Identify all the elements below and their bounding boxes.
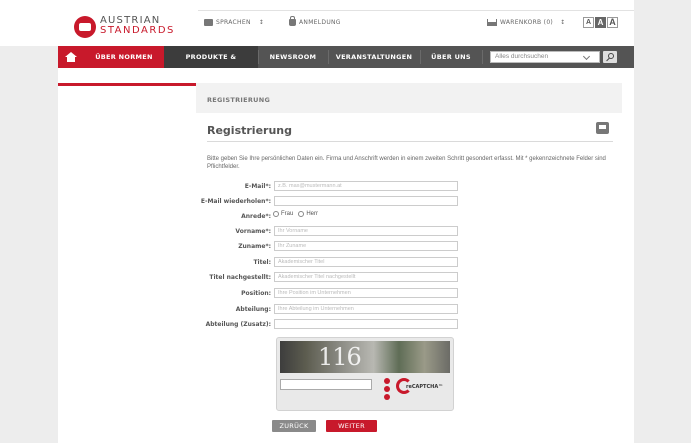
radio-frau[interactable] [273, 211, 279, 217]
page-title: Registrierung [207, 124, 292, 137]
title-suffix-label: Titel nachgestellt: [209, 274, 271, 281]
cart-link[interactable]: WARENKORB (0) ↕ [487, 19, 565, 26]
cart-caret-icon: ↕ [560, 19, 566, 26]
title-label: Titel: [253, 259, 271, 266]
nav-item-newsroom[interactable]: NEWSROOM [258, 46, 328, 68]
nav-separator [482, 50, 483, 64]
login-label: ANMELDUNG [299, 19, 341, 26]
department-label: Abteilung: [235, 306, 271, 313]
sidebar-accent-bar [58, 83, 196, 86]
breadcrumb[interactable]: REGISTRIERUNG [207, 96, 270, 104]
recaptcha-brand: reCAPTCHA™ [406, 384, 444, 390]
help-icon[interactable] [384, 394, 390, 400]
salutation-options: Frau Herr [273, 211, 318, 217]
email-repeat-field[interactable] [274, 196, 458, 206]
cart-icon [487, 19, 497, 26]
languages-caret-icon: ↕ [258, 19, 265, 26]
nav-item-ueber-uns[interactable]: ÜBER UNS [420, 46, 482, 68]
captcha-input[interactable] [280, 379, 372, 390]
firstname-label: Vorname*: [235, 228, 271, 235]
font-size-small-button[interactable]: A [583, 17, 594, 28]
nav-item-ueber-normen[interactable]: ÜBER NORMEN [84, 46, 164, 68]
position-label: Position: [241, 290, 271, 297]
department-extra-label: Abteilung (Zusatz): [205, 321, 271, 328]
languages-label: SPRACHEN [216, 19, 251, 26]
firstname-field[interactable]: Ihr Vorname [274, 226, 458, 236]
department-extra-field[interactable] [274, 319, 458, 329]
title-field[interactable]: Akademischer Titel [274, 257, 458, 267]
lastname-label: Zuname*: [238, 243, 271, 250]
home-icon [65, 52, 77, 62]
email-field[interactable]: z.B. max@mustermann.at [274, 181, 458, 191]
languages-link[interactable]: SPRACHEN ↕ [204, 19, 264, 26]
title-suffix-field[interactable]: Akademischer Titel nachgestellt [274, 272, 458, 282]
radio-frau-label[interactable]: Frau [281, 211, 293, 217]
radio-herr[interactable] [298, 211, 305, 217]
nav-home-button[interactable] [58, 46, 84, 68]
lastname-field[interactable]: Ihr Zuname [274, 241, 458, 251]
nav-item-veranstaltungen[interactable]: VERANSTALTUNGEN [328, 46, 420, 68]
next-button[interactable]: WEITER [326, 420, 377, 432]
topbar-divider [198, 10, 634, 11]
logo-line2: STANDARDS [100, 25, 175, 36]
email-repeat-label: E-Mail wiederholen*: [200, 198, 271, 205]
print-icon[interactable] [596, 122, 609, 134]
main-nav: ÜBER NORMEN PRODUKTE & LEISTUNGEN NEWSRO… [58, 46, 634, 83]
nav-item-produkte[interactable]: PRODUKTE & LEISTUNGEN [164, 46, 258, 83]
chat-icon [204, 19, 213, 26]
title-divider [207, 141, 613, 142]
email-label: E-Mail*: [244, 183, 271, 190]
font-size-medium-button[interactable]: A [595, 17, 606, 28]
radio-herr-label[interactable]: Herr [306, 211, 318, 217]
logo-wordmark[interactable]: AUSTRIAN STANDARDS [100, 16, 175, 36]
captcha-text: 116 [318, 343, 362, 371]
salutation-label: Anrede*: [241, 213, 271, 220]
logo-icon[interactable] [74, 16, 96, 38]
lock-icon [289, 16, 296, 26]
back-button[interactable]: ZURÜCK [272, 420, 316, 432]
audio-icon[interactable] [384, 386, 390, 392]
position-field[interactable]: Ihre Position im Unternehmen [274, 288, 458, 298]
cart-label: WARENKORB (0) [500, 19, 554, 26]
refresh-icon[interactable] [384, 378, 390, 384]
search-button[interactable] [603, 51, 617, 63]
font-size-large-button[interactable]: A [607, 17, 618, 28]
intro-text: Bitte geben Sie Ihre persönlichen Daten … [207, 156, 606, 170]
department-field[interactable]: Ihre Abteilung im Unternehmen [274, 304, 458, 314]
login-link[interactable]: ANMELDUNG [289, 16, 341, 26]
captcha-image: 116 [280, 341, 450, 373]
